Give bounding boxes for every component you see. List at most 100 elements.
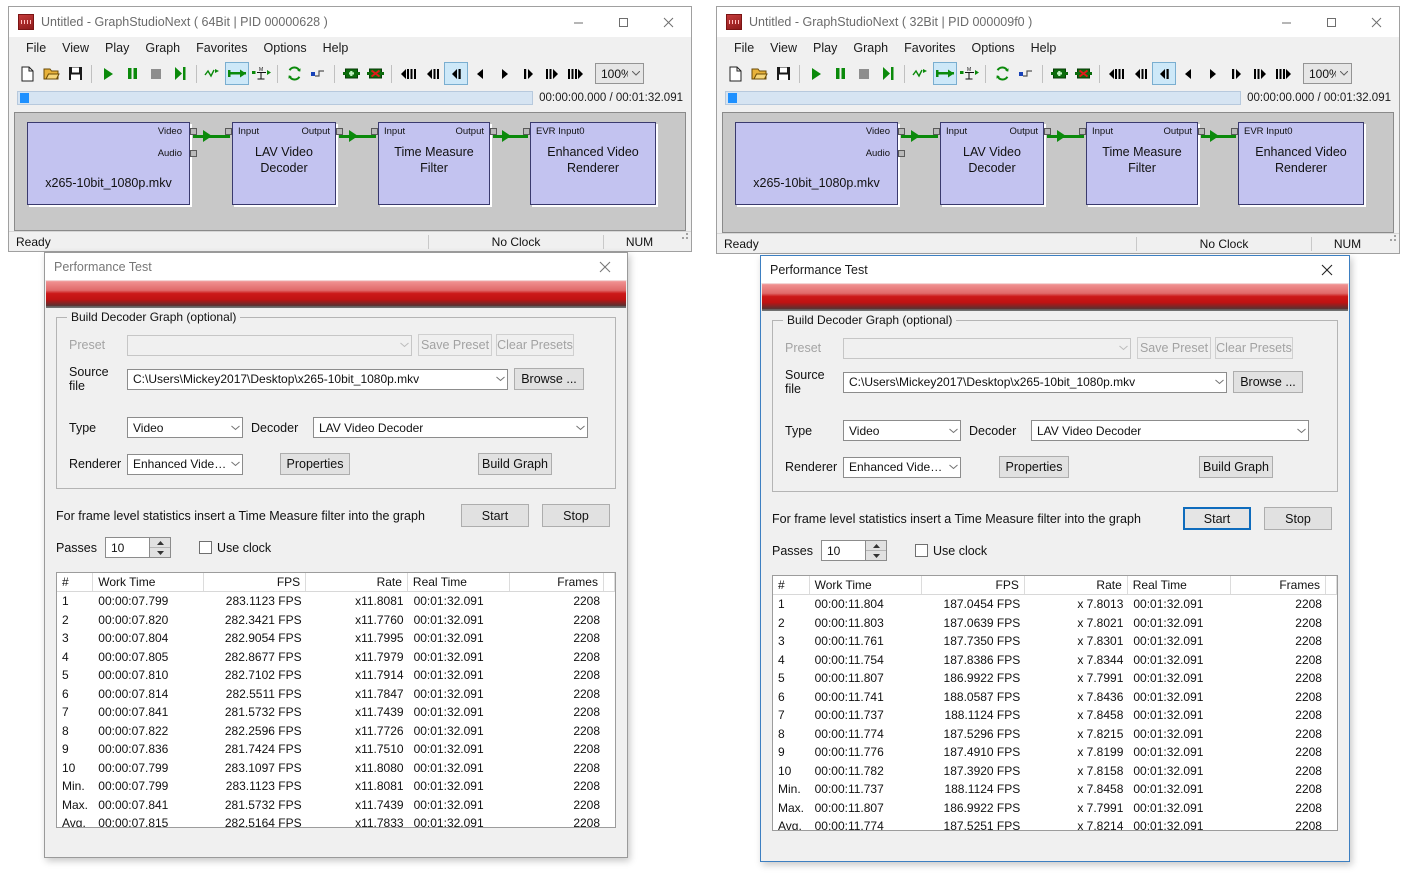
menu-file[interactable]: File	[726, 39, 762, 57]
spinner-down-icon[interactable]	[150, 548, 170, 557]
stop-button[interactable]: Stop	[542, 504, 610, 527]
pin-stub-audio-out[interactable]	[898, 150, 905, 157]
renderer-combo[interactable]: Enhanced Video Ren	[843, 456, 961, 478]
close-icon[interactable]	[646, 7, 691, 37]
pin-stub-in[interactable]	[1079, 128, 1086, 135]
minimize-icon[interactable]	[1264, 7, 1309, 37]
col-header-num[interactable]: #	[57, 573, 94, 591]
spinner-up-icon[interactable]	[150, 538, 170, 548]
pin-stub-in[interactable]	[371, 128, 378, 135]
stop-icon[interactable]	[144, 62, 168, 85]
menu-graph[interactable]: Graph	[137, 39, 188, 57]
performance-test-dialog-32bit[interactable]: Performance Test Build Decoder Graph (op…	[760, 255, 1350, 862]
menu-favorites[interactable]: Favorites	[188, 39, 255, 57]
decoder-combo[interactable]: LAV Video Decoder	[313, 417, 588, 438]
browse-button[interactable]: Browse ...	[514, 368, 584, 390]
table-row[interactable]: Min. 00:00:07.799 283.1123 FPS x11.8081 00:0…	[57, 777, 615, 796]
filter-node-lav-decoder[interactable]: Input Output LAV Video Decoder	[933, 122, 1051, 205]
results-table[interactable]: # Work Time FPS Rate Real Time Frames 10…	[772, 575, 1338, 831]
use-clock-checkbox[interactable]	[199, 541, 212, 554]
pause-icon[interactable]	[828, 62, 852, 85]
new-file-icon[interactable]	[723, 62, 747, 85]
spinner-up-icon[interactable]	[866, 541, 886, 551]
menu-favorites[interactable]: Favorites	[896, 39, 963, 57]
col-header-real[interactable]: Real Time	[1128, 576, 1231, 594]
menu-help[interactable]: Help	[315, 39, 357, 57]
step-back-icon[interactable]	[1152, 62, 1176, 85]
col-header-work[interactable]: Work Time	[810, 576, 922, 594]
refresh-icon[interactable]	[282, 62, 306, 85]
table-row[interactable]: 5 00:00:07.810 282.7102 FPS x11.7914 00:01:3…	[57, 666, 615, 685]
stop-icon[interactable]	[852, 62, 876, 85]
skip-back-all-icon[interactable]	[396, 62, 420, 85]
table-row[interactable]: 6 00:00:07.814 282.5511 FPS x11.7847 00:01:3…	[57, 685, 615, 704]
open-folder-icon[interactable]	[747, 62, 771, 85]
step-forward-icon[interactable]	[516, 62, 540, 85]
table-row[interactable]: 9 00:00:07.836 281.7424 FPS x11.7510 00:01:3…	[57, 740, 615, 759]
filter-graph-canvas[interactable]: Video Audio x265-10bit_1080p.mkv Input O…	[722, 112, 1394, 233]
col-header-real[interactable]: Real Time	[408, 573, 510, 591]
col-header-frames[interactable]: Frames	[1231, 576, 1326, 594]
table-row[interactable]: 7 00:00:07.841 281.5732 FPS x11.7439 00:01:3…	[57, 703, 615, 722]
pin-stub-out[interactable]	[1044, 128, 1051, 135]
app-window-32bit[interactable]: Untitled - GraphStudioNext ( 32Bit | PID…	[716, 6, 1400, 254]
results-table[interactable]: # Work Time FPS Rate Real Time Frames 10…	[56, 572, 616, 828]
decoder-combo[interactable]: LAV Video Decoder	[1031, 420, 1309, 441]
menu-view[interactable]: View	[762, 39, 805, 57]
skip-forward-icon[interactable]	[540, 62, 564, 85]
passes-input[interactable]: 10	[105, 537, 149, 558]
build-graph-button[interactable]: Build Graph	[1199, 456, 1273, 478]
skip-back-icon[interactable]	[1128, 62, 1152, 85]
pin-stub-in[interactable]	[523, 128, 530, 135]
seek-graph-icon[interactable]	[201, 62, 225, 85]
table-row[interactable]: Min. 00:00:11.737 188.1124 FPS x 7.8458 00:0…	[773, 780, 1337, 799]
source-file-combo[interactable]: C:\Users\Mickey2017\Desktop\x265-10bit_1…	[843, 371, 1227, 393]
pin-stub-out[interactable]	[336, 128, 343, 135]
use-clock-checkbox[interactable]	[915, 544, 928, 557]
preset-combo[interactable]	[843, 337, 1131, 359]
type-combo[interactable]: Video	[127, 417, 243, 438]
close-icon[interactable]	[583, 253, 627, 280]
col-header-rate[interactable]: Rate	[1025, 576, 1128, 594]
table-row[interactable]: 1 00:00:11.804 187.0454 FPS x 7.8013 00:01:3…	[773, 595, 1337, 614]
next-icon[interactable]	[492, 62, 516, 85]
menu-options[interactable]: Options	[964, 39, 1023, 57]
browse-button[interactable]: Browse ...	[1233, 371, 1303, 393]
pin-stub-audio-out[interactable]	[190, 150, 197, 157]
skip-back-icon[interactable]	[420, 62, 444, 85]
pin-stub-in[interactable]	[225, 128, 232, 135]
dialog-titlebar[interactable]: Performance Test	[761, 256, 1349, 283]
passes-input[interactable]: 10	[821, 540, 865, 561]
skip-forward-all-icon[interactable]	[564, 62, 588, 85]
skip-forward-icon[interactable]	[1248, 62, 1272, 85]
source-file-combo[interactable]: C:\Users\Mickey2017\Desktop\x265-10bit_1…	[127, 368, 508, 390]
seek-slider[interactable]	[17, 91, 534, 105]
app-window-64bit[interactable]: Untitled - GraphStudioNext ( 64Bit | PID…	[8, 6, 692, 252]
table-row[interactable]: 9 00:00:11.776 187.4910 FPS x 7.8199 00:01:3…	[773, 743, 1337, 762]
spinner-down-icon[interactable]	[866, 551, 886, 560]
filter-node-evr[interactable]: EVR Input0 Enhanced Video Renderer	[523, 122, 656, 205]
dialog-titlebar[interactable]: Performance Test	[45, 253, 627, 280]
menu-play[interactable]: Play	[805, 39, 845, 57]
step-forward-icon[interactable]	[1224, 62, 1248, 85]
table-row[interactable]: Max. 00:00:11.807 186.9922 FPS x 7.7991 00:0…	[773, 799, 1337, 818]
table-row[interactable]: 7 00:00:11.737 188.1124 FPS x 7.8458 00:01:3…	[773, 706, 1337, 725]
menu-view[interactable]: View	[54, 39, 97, 57]
refresh-icon[interactable]	[990, 62, 1014, 85]
close-icon[interactable]	[1305, 256, 1349, 283]
filter-node-evr[interactable]: EVR Input0 Enhanced Video Renderer	[1231, 122, 1364, 205]
table-row[interactable]: 4 00:00:11.754 187.8386 FPS x 7.8344 00:01:3…	[773, 651, 1337, 670]
save-preset-button[interactable]: Save Preset	[418, 334, 492, 356]
skip-forward-all-icon[interactable]	[1272, 62, 1296, 85]
play-icon[interactable]	[804, 62, 828, 85]
table-row[interactable]: 8 00:00:11.774 187.5296 FPS x 7.8215 00:01:3…	[773, 725, 1337, 744]
table-row[interactable]: 6 00:00:11.741 188.0587 FPS x 7.8436 00:01:3…	[773, 688, 1337, 707]
table-row[interactable]: 5 00:00:11.807 186.9922 FPS x 7.7991 00:01:3…	[773, 669, 1337, 688]
filter-node-lav-decoder[interactable]: Input Output LAV Video Decoder	[225, 122, 343, 205]
menu-options[interactable]: Options	[256, 39, 315, 57]
pin-stub-video-out[interactable]	[898, 128, 905, 135]
filter-node-time-measure[interactable]: Input Output Time Measure Filter	[371, 122, 497, 205]
step-back-icon[interactable]	[444, 62, 468, 85]
seek-slider[interactable]	[725, 91, 1242, 105]
table-row[interactable]: Avg. 00:00:07.815 282.5164 FPS x11.7833 00:0…	[57, 814, 615, 827]
